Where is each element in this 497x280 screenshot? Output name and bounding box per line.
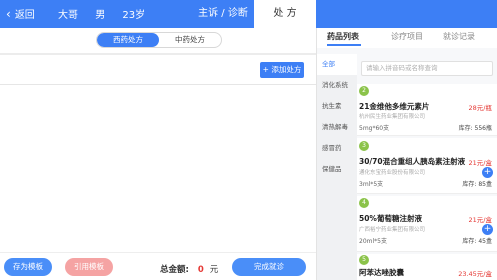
drug-panel: 药品列表 诊疗项目 就诊记录 全部 消化系统 抗生素 清热解毒 感冒药 保健品 … — [316, 28, 497, 280]
drug-maker: 通化东宝药业股份有限公司 — [359, 170, 426, 176]
patient-sex: 男 — [95, 10, 106, 21]
add-drug-plus-icon[interactable]: + — [482, 224, 493, 235]
save-template-button[interactable]: 存为模板 — [4, 258, 52, 276]
add-drug-plus-icon[interactable]: + — [482, 167, 493, 178]
drug-name: 21金维他多维元素片 — [359, 102, 430, 111]
segment-western[interactable]: 西药处方 — [97, 33, 159, 47]
drug-price: 23.45元/盒 — [458, 270, 492, 278]
tab-drug-list[interactable]: 药品列表 — [327, 31, 359, 42]
drug-item[interactable]: 5 阿苯达唑胶囊 23.45元/盒 — [357, 254, 497, 280]
category-item[interactable]: 全部 — [317, 54, 357, 75]
drug-index-badge: 2 — [359, 86, 369, 96]
drug-price: 28元/瓶 — [468, 104, 492, 112]
divider — [357, 193, 497, 194]
divider — [357, 251, 497, 252]
drug-index-badge: 4 — [359, 198, 369, 208]
tab-diagnosis[interactable]: 主诉 / 诊断 — [192, 0, 254, 28]
category-item[interactable]: 清热解毒 — [317, 117, 357, 138]
drug-index-badge: 5 — [359, 255, 369, 265]
divider — [0, 53, 316, 55]
drug-spec: 3ml*5支 — [359, 181, 384, 188]
chevron-left-icon: ‹ — [6, 6, 11, 21]
patient-age: 23岁 — [122, 10, 146, 21]
bottom-bar: 存为模板 引用模板 总金额: 0 元 完成就诊 — [0, 252, 316, 280]
drug-price: 21元/盒 — [468, 216, 492, 224]
top-bar: ‹ 返回 大哥 男 23岁 主诉 / 诊断 处 方 — [0, 0, 497, 28]
back-label: 返回 — [14, 10, 35, 21]
drug-maker: 广西裕宁药业集团有限公司 — [359, 227, 426, 233]
category-item[interactable]: 抗生素 — [317, 96, 357, 117]
drug-spec: 5mg*60支 — [359, 125, 390, 132]
drug-stock: 库存: 556瓶 — [458, 125, 492, 132]
divider — [357, 135, 497, 136]
total-unit: 元 — [209, 265, 219, 275]
category-list: 全部 消化系统 抗生素 清热解毒 感冒药 保健品 — [317, 54, 357, 280]
divider — [0, 84, 316, 85]
category-item[interactable]: 消化系统 — [317, 75, 357, 96]
drug-name: 50%葡萄糖注射液 — [359, 214, 422, 223]
cite-template-button[interactable]: 引用模板 — [65, 258, 113, 276]
segment-chinese[interactable]: 中药处方 — [159, 33, 221, 47]
finish-visit-button[interactable]: 完成就诊 — [232, 258, 306, 276]
total-amount: 总金额: 0 元 — [160, 263, 218, 275]
drug-index-badge: 3 — [359, 141, 369, 151]
total-label: 总金额: — [160, 265, 189, 275]
tab-visit-records[interactable]: 就诊记录 — [443, 31, 475, 42]
drug-stock: 库存: 45盒 — [462, 238, 492, 245]
prescription-type-toggle: 西药处方 中药处方 — [96, 32, 222, 48]
drug-item[interactable]: 2 21金维他多维元素片 28元/瓶 杭州民生药业集团有限公司 5mg*60支 … — [357, 84, 497, 136]
category-item[interactable]: 保健品 — [317, 159, 357, 180]
tab-treatment-items[interactable]: 诊疗项目 — [391, 31, 423, 42]
drug-price: 21元/盒 — [468, 159, 492, 167]
drug-item[interactable]: 3 30/70混合重组人胰岛素注射液 21元/盒 通化东宝药业股份有限公司 3m… — [357, 138, 497, 194]
prescription-panel: 西药处方 中药处方 + 添加处方 存为模板 引用模板 总金额: 0 元 完成就诊 — [0, 28, 316, 280]
drug-maker: 杭州民生药业集团有限公司 — [359, 114, 426, 120]
patient-name: 大哥 — [58, 10, 78, 21]
active-tab-indicator — [327, 44, 361, 46]
category-item[interactable]: 感冒药 — [317, 138, 357, 159]
total-value: 0 — [197, 265, 204, 275]
patient-info: 大哥 男 23岁 — [58, 6, 159, 21]
drug-spec: 20ml*5支 — [359, 238, 387, 245]
tab-prescription[interactable]: 处 方 — [254, 0, 316, 28]
back-button[interactable]: ‹ 返回 — [6, 6, 35, 22]
drug-search-input[interactable]: 请输入拼音码或名称查询 — [361, 61, 493, 76]
drug-item[interactable]: 4 50%葡萄糖注射液 21元/盒 广西裕宁药业集团有限公司 20ml*5支 库… — [357, 196, 497, 252]
drug-name: 30/70混合重组人胰岛素注射液 — [359, 157, 466, 166]
add-prescription-button[interactable]: + 添加处方 — [260, 62, 304, 78]
drug-name: 阿苯达唑胶囊 — [359, 268, 404, 277]
drug-panel-tabs: 药品列表 诊疗项目 就诊记录 — [317, 28, 497, 48]
drug-stock: 库存: 85盒 — [462, 181, 492, 188]
